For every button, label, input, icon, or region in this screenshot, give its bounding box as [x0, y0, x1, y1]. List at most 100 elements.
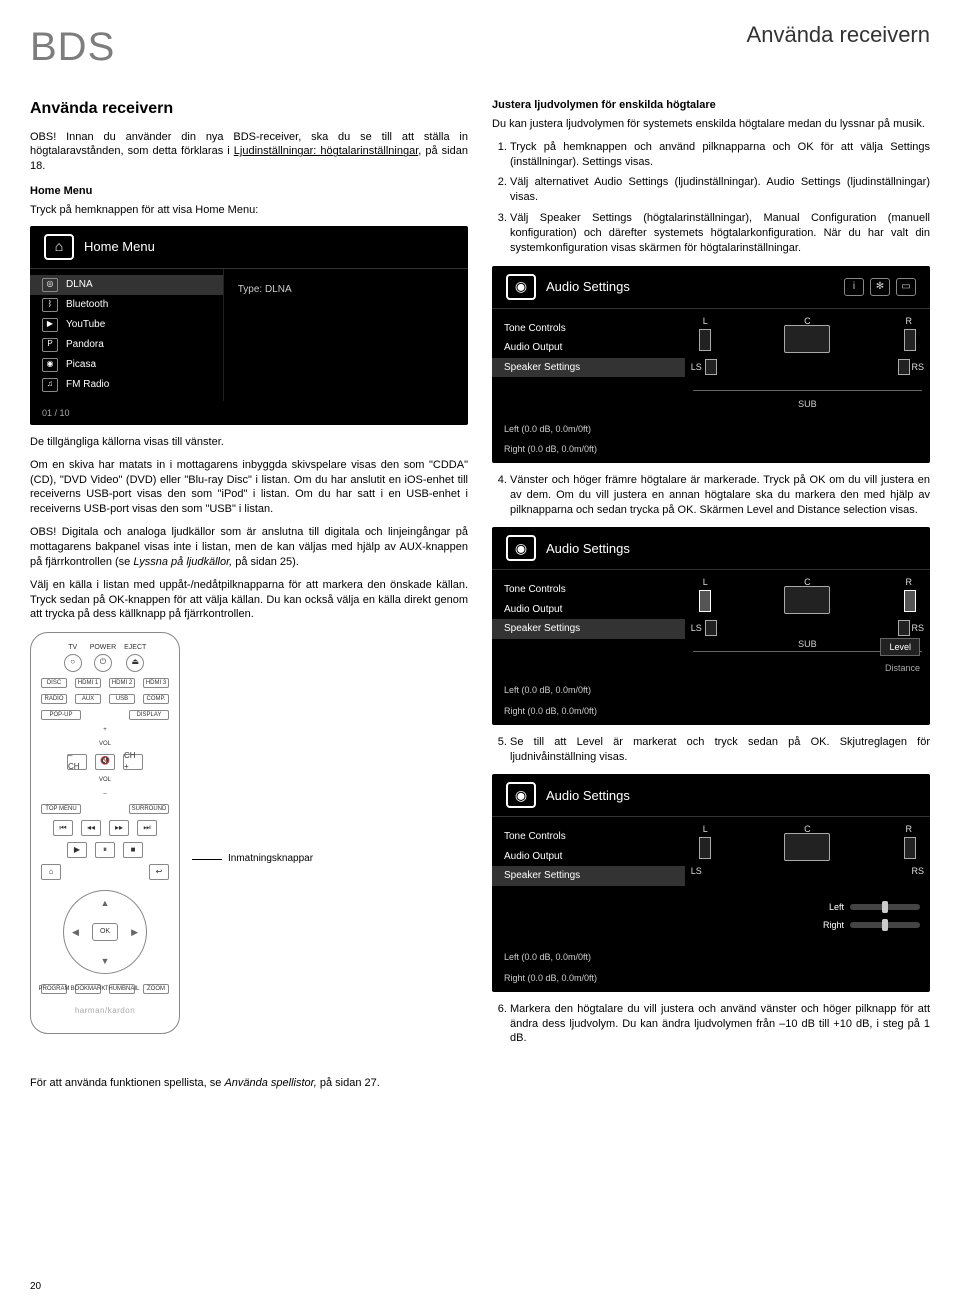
- vol-label: VOL: [99, 740, 111, 748]
- up-arrow-icon[interactable]: ▲: [101, 897, 110, 909]
- list-label: Pandora: [66, 338, 104, 352]
- picasa-icon: ◉: [42, 358, 58, 372]
- bluetooth-icon: ᛒ: [42, 298, 58, 312]
- panel-header: ◉ Audio Settings: [492, 527, 930, 570]
- step-4: Vänster och höger främre högtalare är ma…: [510, 473, 930, 518]
- list-item[interactable]: ᛒBluetooth: [30, 295, 223, 315]
- spk-ls: [705, 359, 717, 375]
- hdmi3-button[interactable]: HDMI 3: [143, 678, 169, 688]
- menu-item[interactable]: Audio Output: [492, 338, 685, 358]
- radio-button[interactable]: RADIO: [41, 694, 67, 704]
- settings-icon: ◉: [506, 782, 536, 808]
- home-menu-desc: Tryck på hemknappen för att visa Home Me…: [30, 203, 468, 218]
- eject-label: EJECT: [124, 643, 146, 652]
- d-pad[interactable]: ▲ ▼ ◀ ▶ OK: [63, 890, 147, 974]
- list-item[interactable]: ♫FM Radio: [30, 375, 223, 395]
- ff-button[interactable]: ▸▸: [109, 820, 129, 836]
- hdmi2-button[interactable]: HDMI 2: [109, 678, 135, 688]
- obs-link: Lyssna på ljudkällor,: [133, 556, 232, 568]
- spk-rs: [898, 620, 910, 636]
- status-right: Right (0.0 dB, 0.0m/0ft): [492, 443, 930, 463]
- menu-item[interactable]: Tone Controls: [492, 580, 685, 600]
- playlist-footer: För att använda funktionen spellista, se…: [30, 1076, 930, 1091]
- zoom-button[interactable]: ZOOM: [143, 984, 169, 994]
- left-level-slider[interactable]: [850, 904, 920, 910]
- ch-down-button[interactable]: – CH: [67, 754, 87, 770]
- program-button[interactable]: PROGRAM: [41, 984, 67, 994]
- menu-item[interactable]: Audio Output: [492, 847, 685, 867]
- steps-list-3: Se till att Level är markerat och tryck …: [510, 735, 930, 765]
- spk-ls-label: LS: [691, 865, 702, 877]
- status-left: Left (0.0 dB, 0.0m/0ft): [492, 947, 930, 971]
- steps-list-4: Markera den högtalare du vill justera oc…: [510, 1002, 930, 1047]
- power-button[interactable]: ⏻: [94, 654, 112, 672]
- list-item[interactable]: ◎DLNA: [30, 275, 223, 295]
- next-button[interactable]: ⏭: [137, 820, 157, 836]
- panel-header: ⌂ Home Menu: [30, 226, 468, 269]
- spk-ls-label: LS: [691, 361, 702, 373]
- thumbnail-button[interactable]: THUMBNAIL: [109, 984, 135, 994]
- list-item[interactable]: ◉Picasa: [30, 355, 223, 375]
- vol-down-label: VOL: [99, 776, 111, 784]
- comp-button[interactable]: COMP.: [143, 694, 169, 704]
- spk-rs-label: RS: [911, 865, 924, 877]
- eject-button[interactable]: ⏏: [126, 654, 144, 672]
- playlist-after: på sidan 27.: [317, 1077, 380, 1089]
- list-item[interactable]: PPandora: [30, 335, 223, 355]
- panel-header: ◉ Audio Settings i ✻ ▭: [492, 266, 930, 309]
- ch-up-button[interactable]: CH +: [123, 754, 143, 770]
- popup-button[interactable]: POP-UP: [41, 710, 81, 720]
- spk-sub-label: SUB: [798, 638, 817, 650]
- tv-button[interactable]: ○: [64, 654, 82, 672]
- top-menu-button[interactable]: TOP MENU: [41, 804, 81, 814]
- menu-item[interactable]: Speaker Settings: [492, 619, 685, 639]
- youtube-icon: ▶: [42, 318, 58, 332]
- play-button[interactable]: ▶: [67, 842, 87, 858]
- display-button[interactable]: DISPLAY: [129, 710, 169, 720]
- audio-settings-panel-1: ◉ Audio Settings i ✻ ▭ Tone Controls Aud…: [492, 266, 930, 463]
- ok-button[interactable]: OK: [92, 923, 118, 941]
- spk-sub-label: SUB: [798, 398, 817, 410]
- surround-button[interactable]: SURROUND: [129, 804, 169, 814]
- menu-item[interactable]: Tone Controls: [492, 827, 685, 847]
- list-item[interactable]: ▶YouTube: [30, 315, 223, 335]
- menu-item[interactable]: Speaker Settings: [492, 358, 685, 378]
- right-arrow-icon[interactable]: ▶: [131, 926, 138, 938]
- mute-button[interactable]: 🔇: [95, 754, 115, 770]
- pause-button[interactable]: ⏸: [95, 842, 115, 858]
- down-arrow-icon[interactable]: ▼: [101, 955, 110, 967]
- spk-ls-label: LS: [691, 622, 702, 634]
- hdmi1-button[interactable]: HDMI 1: [75, 678, 101, 688]
- right-level-slider[interactable]: [850, 922, 920, 928]
- callout-label: Inmatningsknappar: [228, 852, 313, 866]
- panel-title: Home Menu: [84, 238, 155, 256]
- radio-icon: ♫: [42, 378, 58, 392]
- status-right: Right (0.0 dB, 0.0m/0ft): [492, 972, 930, 992]
- bookmark-button[interactable]: BOOKMARK: [75, 984, 101, 994]
- panel-detail: Type: DLNA: [223, 269, 468, 401]
- left-arrow-icon[interactable]: ◀: [72, 926, 79, 938]
- aux-button[interactable]: AUX: [75, 694, 101, 704]
- usb-button[interactable]: USB: [109, 694, 135, 704]
- spk-r: [904, 837, 916, 859]
- menu-item[interactable]: Audio Output: [492, 600, 685, 620]
- right-column: Justera ljudvolymen för enskilda högtala…: [492, 98, 930, 1056]
- disc-button[interactable]: DISC: [41, 678, 67, 688]
- spk-l-label: L: [703, 823, 708, 835]
- spk-r-label: R: [906, 823, 913, 835]
- level-button[interactable]: Level: [880, 638, 920, 656]
- step-5: Se till att Level är markerat och tryck …: [510, 735, 930, 765]
- spk-r: [904, 590, 916, 612]
- stop-button[interactable]: ■: [123, 842, 143, 858]
- home-button[interactable]: ⌂: [41, 864, 61, 880]
- prev-button[interactable]: ⏮: [53, 820, 73, 836]
- back-button[interactable]: ↩: [149, 864, 169, 880]
- obs-paragraph: OBS! Digitala och analoga ljudkällor som…: [30, 525, 468, 570]
- menu-item[interactable]: Speaker Settings: [492, 866, 685, 886]
- spk-r-label: R: [906, 315, 913, 327]
- remote-brand: harman/kardon: [75, 1006, 135, 1017]
- adjust-intro: Du kan justera ljudvolymen för systemets…: [492, 117, 930, 132]
- step-2: Välj alternativet Audio Settings (ljudin…: [510, 175, 930, 205]
- rew-button[interactable]: ◂◂: [81, 820, 101, 836]
- menu-item[interactable]: Tone Controls: [492, 319, 685, 339]
